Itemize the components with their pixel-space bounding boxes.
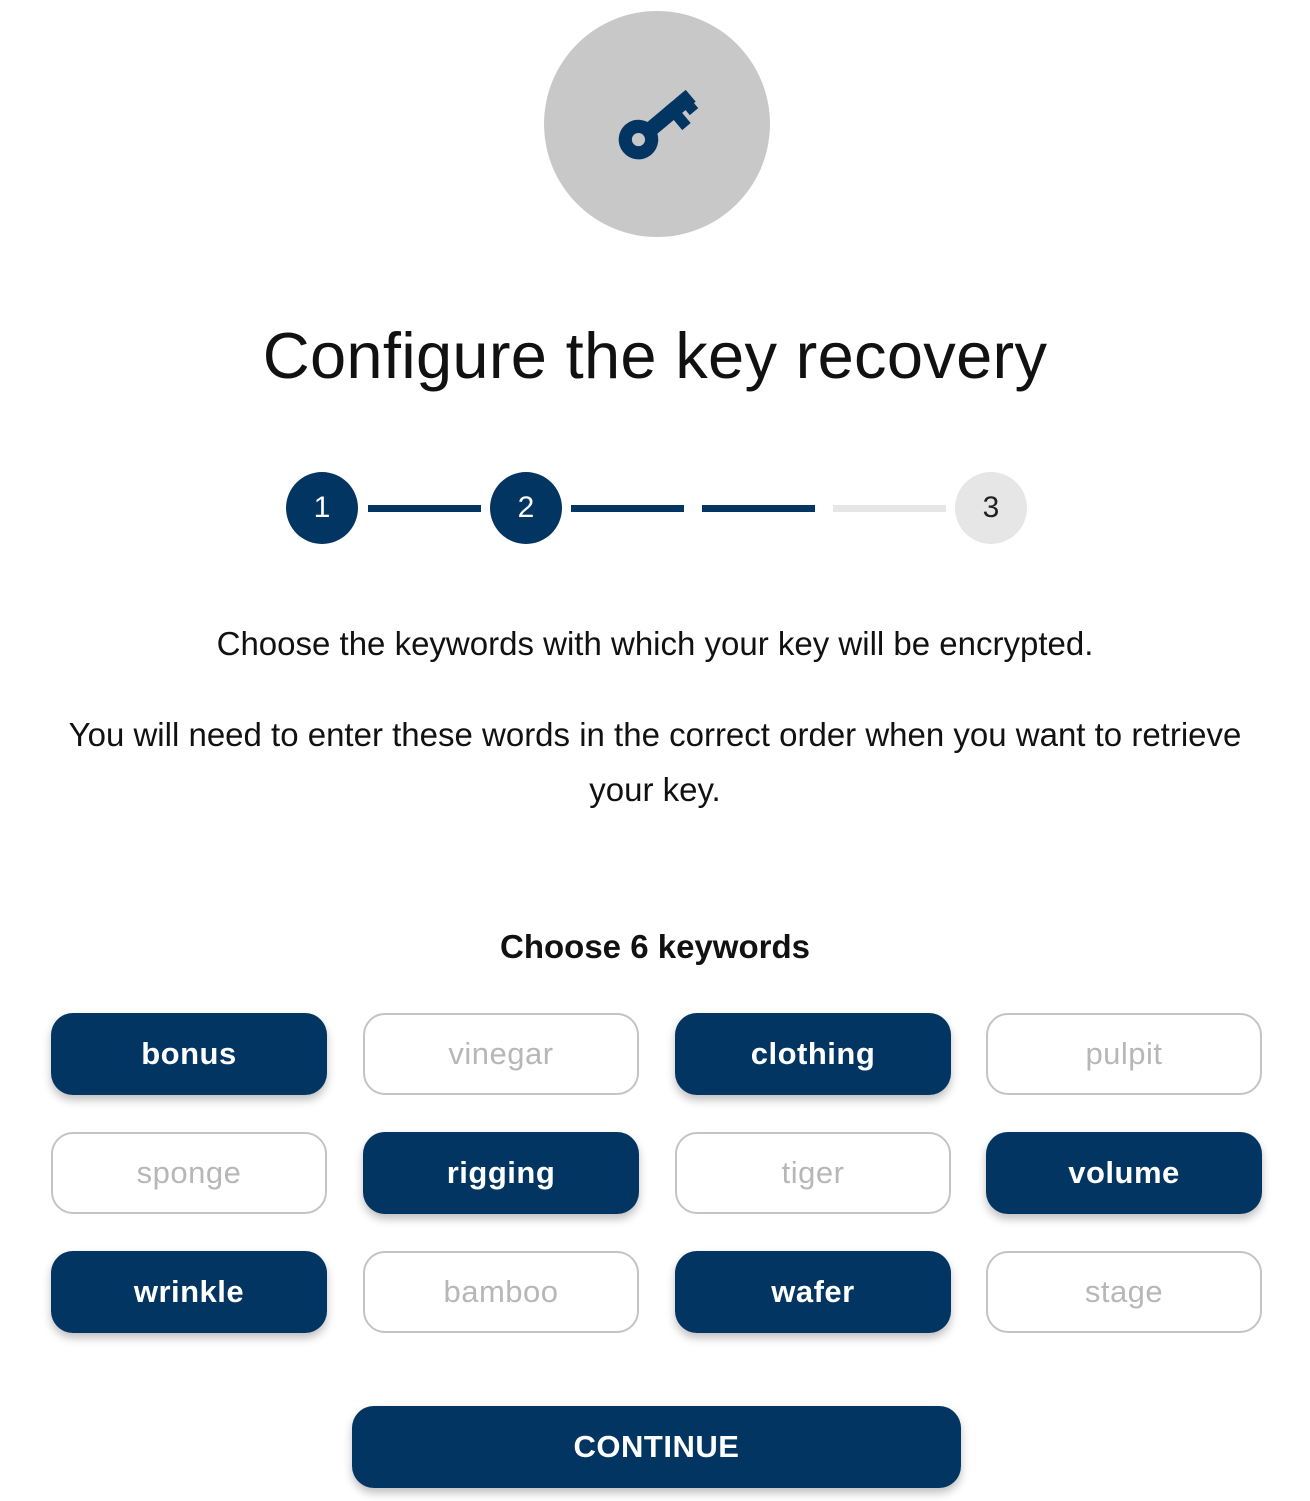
keyword-chip[interactable]: wrinkle: [51, 1251, 327, 1333]
description-text-order: You will need to enter these words in th…: [68, 716, 1242, 808]
keyword-chip[interactable]: stage: [986, 1251, 1262, 1333]
page-title: Configure the key recovery: [262, 319, 1048, 392]
step-2: 2: [490, 472, 562, 544]
keyword-chip[interactable]: sponge: [51, 1132, 327, 1214]
key-icon-circle: [544, 11, 770, 237]
step-1: 1: [286, 472, 358, 544]
step-connector: [571, 505, 684, 512]
step-connector: [833, 505, 946, 512]
key-icon: [618, 89, 699, 160]
step-connector: [702, 505, 815, 512]
keyword-chip[interactable]: vinegar: [363, 1013, 639, 1095]
continue-button[interactable]: CONTINUE: [352, 1406, 961, 1488]
step-connector: [368, 505, 481, 512]
description-text: Choose the keywords with which your key …: [216, 625, 1094, 662]
keyword-chip[interactable]: pulpit: [986, 1013, 1262, 1095]
keyword-chip[interactable]: bamboo: [363, 1251, 639, 1333]
keyword-chip[interactable]: clothing: [675, 1013, 951, 1095]
keyword-chip[interactable]: volume: [986, 1132, 1262, 1214]
key-recovery-page: Configure the key recovery 1 2 3 Choose …: [0, 0, 1310, 1501]
step-3: 3: [955, 472, 1027, 544]
keyword-chip[interactable]: bonus: [51, 1013, 327, 1095]
keywords-heading: Choose 6 keywords: [500, 928, 810, 965]
keyword-chip[interactable]: wafer: [675, 1251, 951, 1333]
keyword-chip[interactable]: tiger: [675, 1132, 951, 1214]
keyword-chip[interactable]: rigging: [363, 1132, 639, 1214]
progress-stepper: 1 2 3: [0, 472, 1310, 546]
